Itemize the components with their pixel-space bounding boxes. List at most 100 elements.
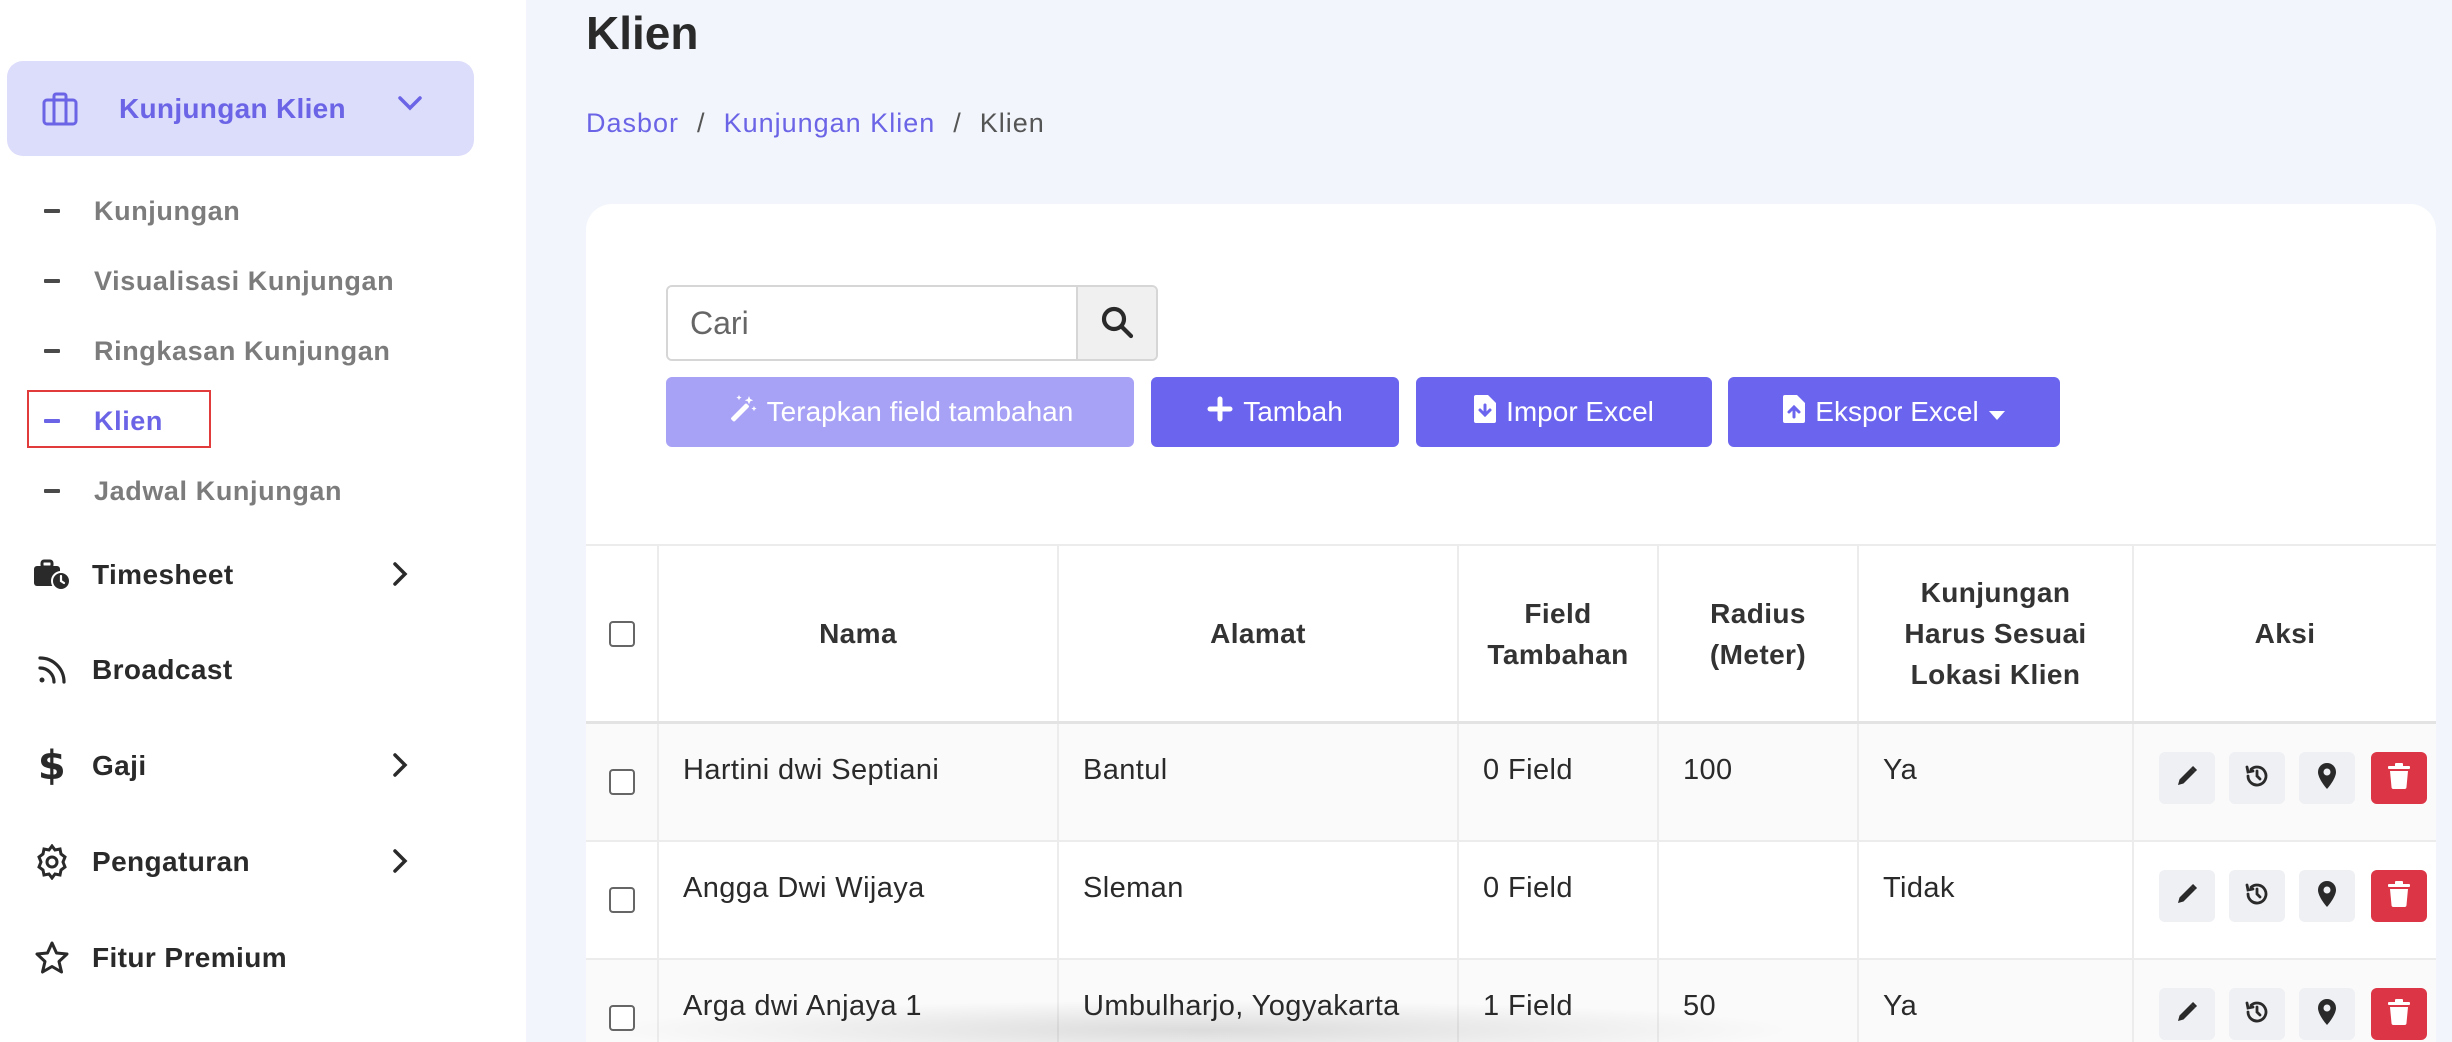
timesheet-icon bbox=[32, 555, 72, 595]
history-button[interactable] bbox=[2229, 870, 2285, 922]
button-label: Tambah bbox=[1243, 396, 1343, 427]
cell-field: 0 Field bbox=[1459, 842, 1659, 958]
table-row: Hartini dwi Septiani Bantul 0 Field 100 … bbox=[586, 724, 2436, 842]
add-client-button[interactable]: Tambah bbox=[1151, 377, 1399, 447]
header-line: Kunjungan bbox=[1920, 577, 2071, 608]
sidebar-item-label: Broadcast bbox=[92, 654, 233, 685]
sidebar-item-kunjungan[interactable]: Kunjungan bbox=[28, 183, 240, 239]
column-header-alamat[interactable]: Alamat bbox=[1059, 546, 1459, 721]
table-header: Nama Alamat Field Tambahan Radius (Meter… bbox=[586, 544, 2436, 724]
location-button[interactable] bbox=[2299, 988, 2355, 1040]
sidebar-item-label: Timesheet bbox=[92, 559, 234, 590]
dash-icon bbox=[44, 489, 60, 493]
header-line: (Meter) bbox=[1709, 638, 1807, 670]
sidebar-item-label: Ringkasan Kunjungan bbox=[94, 335, 391, 366]
bottom-shadow bbox=[600, 1000, 1800, 1042]
caret-down-icon bbox=[1988, 396, 2005, 428]
sidebar-item-label: Visualisasi Kunjungan bbox=[94, 265, 395, 296]
search-group bbox=[666, 285, 1158, 361]
button-label: Terapkan field tambahan bbox=[766, 396, 1074, 427]
breadcrumb-separator: / bbox=[697, 108, 706, 138]
column-header-radius[interactable]: Radius (Meter) bbox=[1659, 546, 1859, 721]
magic-wand-icon bbox=[727, 394, 757, 431]
cell-radius bbox=[1659, 842, 1859, 958]
row-select-cell bbox=[586, 724, 659, 840]
export-excel-dropdown[interactable]: Ekspor Excel bbox=[1728, 377, 2060, 447]
sidebar-item-ringkasan-kunjungan[interactable]: Ringkasan Kunjungan bbox=[28, 323, 390, 379]
search-icon bbox=[1100, 305, 1134, 342]
cell-nama: Hartini dwi Septiani bbox=[659, 724, 1059, 840]
star-icon bbox=[32, 938, 72, 978]
column-header-nama[interactable]: Nama bbox=[659, 546, 1059, 721]
sidebar-item-visualisasi-kunjungan[interactable]: Visualisasi Kunjungan bbox=[28, 253, 394, 309]
search-button[interactable] bbox=[1076, 287, 1156, 359]
breadcrumb-separator: / bbox=[953, 108, 962, 138]
sidebar-item-label: Pengaturan bbox=[92, 846, 251, 877]
cell-lokasi: Tidak bbox=[1859, 842, 2134, 958]
history-icon bbox=[2244, 763, 2270, 794]
trash-icon bbox=[2388, 880, 2410, 912]
edit-button[interactable] bbox=[2159, 752, 2215, 804]
location-button[interactable] bbox=[2299, 870, 2355, 922]
chevron-down-icon bbox=[397, 95, 423, 116]
pencil-icon bbox=[2175, 1000, 2199, 1029]
import-excel-button[interactable]: Impor Excel bbox=[1416, 377, 1712, 447]
edit-button[interactable] bbox=[2159, 988, 2215, 1040]
history-icon bbox=[2244, 999, 2270, 1030]
cell-alamat: Sleman bbox=[1059, 842, 1459, 958]
cell-radius: 100 bbox=[1659, 724, 1859, 840]
cell-lokasi: Ya bbox=[1859, 960, 2134, 1042]
row-checkbox[interactable] bbox=[608, 887, 635, 913]
row-checkbox[interactable] bbox=[608, 769, 635, 795]
location-button[interactable] bbox=[2299, 752, 2355, 804]
header-line: Tambahan bbox=[1487, 638, 1629, 670]
map-pin-icon bbox=[2317, 762, 2337, 794]
history-button[interactable] bbox=[2229, 752, 2285, 804]
dash-icon bbox=[44, 209, 60, 213]
sidebar-item-pengaturan[interactable]: Pengaturan bbox=[32, 832, 432, 892]
chevron-right-icon bbox=[392, 752, 408, 785]
sidebar-item-label: Jadwal Kunjungan bbox=[94, 475, 343, 506]
dash-icon bbox=[44, 279, 60, 283]
header-line: Lokasi Klien bbox=[1910, 659, 2081, 690]
sidebar-item-timesheet[interactable]: Timesheet bbox=[32, 545, 432, 605]
breadcrumb-link-kunjungan-klien[interactable]: Kunjungan Klien bbox=[724, 108, 936, 139]
history-button[interactable] bbox=[2229, 988, 2285, 1040]
map-pin-icon bbox=[2317, 998, 2337, 1030]
header-line: Field bbox=[1524, 597, 1592, 629]
client-card: Terapkan field tambahan Tambah Impor Exc… bbox=[586, 204, 2436, 1042]
file-import-icon bbox=[1474, 394, 1497, 430]
page-title: Klien bbox=[586, 7, 699, 59]
delete-button[interactable] bbox=[2371, 988, 2427, 1040]
sidebar: Kunjungan Klien Kunjungan Visualisasi Ku… bbox=[0, 0, 526, 1042]
trash-icon bbox=[2388, 762, 2410, 794]
button-label: Ekspor Excel bbox=[1815, 396, 1979, 427]
breadcrumb-link-dasbor[interactable]: Dasbor bbox=[586, 108, 679, 139]
column-header-lokasi[interactable]: Kunjungan Harus Sesuai Lokasi Klien bbox=[1859, 546, 2134, 721]
cell-lokasi: Ya bbox=[1859, 724, 2134, 840]
sidebar-item-fitur-premium[interactable]: Fitur Premium bbox=[32, 928, 432, 988]
sidebar-item-gaji[interactable]: $ Gaji bbox=[32, 736, 432, 796]
apply-extra-fields-button[interactable]: Terapkan field tambahan bbox=[666, 377, 1134, 447]
breadcrumb-current: Klien bbox=[979, 108, 1045, 138]
button-label: Impor Excel bbox=[1506, 396, 1654, 427]
chevron-right-icon bbox=[392, 848, 408, 881]
sidebar-item-jadwal-kunjungan[interactable]: Jadwal Kunjungan bbox=[28, 463, 342, 519]
search-input[interactable] bbox=[668, 287, 1076, 359]
column-header-field-tambahan[interactable]: Field Tambahan bbox=[1459, 546, 1659, 721]
row-select-cell bbox=[586, 842, 659, 958]
delete-button[interactable] bbox=[2371, 752, 2427, 804]
rss-icon bbox=[32, 650, 72, 690]
table-row: Angga Dwi Wijaya Sleman 0 Field Tidak bbox=[586, 842, 2436, 960]
delete-button[interactable] bbox=[2371, 870, 2427, 922]
edit-button[interactable] bbox=[2159, 870, 2215, 922]
select-all-checkbox[interactable] bbox=[608, 620, 635, 647]
sidebar-group-kunjungan-klien[interactable]: Kunjungan Klien bbox=[7, 61, 474, 156]
header-line: Radius bbox=[1710, 597, 1806, 629]
sidebar-item-broadcast[interactable]: Broadcast bbox=[32, 640, 432, 700]
sidebar-group-label: Kunjungan Klien bbox=[119, 92, 346, 124]
sidebar-item-label: Kunjungan bbox=[94, 195, 241, 226]
chevron-right-icon bbox=[392, 561, 408, 594]
cell-field: 0 Field bbox=[1459, 724, 1659, 840]
pencil-icon bbox=[2175, 764, 2199, 793]
